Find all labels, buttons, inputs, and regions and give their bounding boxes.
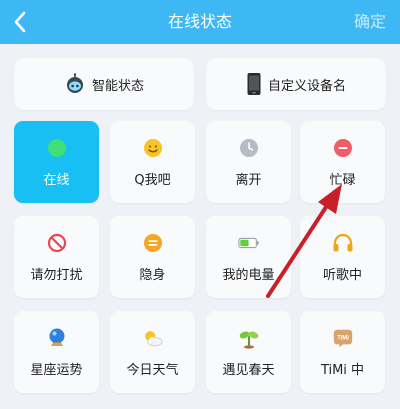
- status-label: 忙碌: [329, 172, 356, 188]
- status-battery-tile[interactable]: 我的电量: [206, 216, 291, 298]
- weather-icon: [142, 327, 164, 349]
- smart-status-label: 智能状态: [91, 78, 144, 94]
- status-label: 今日天气: [126, 362, 179, 378]
- status-music-tile[interactable]: 听歌中: [300, 216, 385, 298]
- page-title: 在线状态: [167, 12, 232, 31]
- custom-device-name-label: 自定义设备名: [267, 78, 346, 94]
- status-label: TiMi 中: [320, 362, 365, 378]
- smile-icon: [142, 137, 164, 159]
- status-label: Q我吧: [134, 172, 171, 188]
- status-label: 遇见春天: [222, 362, 275, 378]
- sprout-icon: [238, 327, 260, 349]
- confirm-button[interactable]: 确定: [354, 0, 386, 44]
- status-label: 在线: [43, 172, 70, 188]
- status-busy-tile[interactable]: 忙碌: [300, 121, 385, 203]
- status-timi-tile[interactable]: TiMi TiMi 中: [300, 311, 385, 393]
- status-label: 我的电量: [222, 267, 275, 283]
- status-label: 离开: [235, 172, 262, 188]
- equals-circle-icon: [142, 232, 164, 254]
- minus-circle-icon: [332, 137, 354, 159]
- status-weather-tile[interactable]: 今日天气: [110, 311, 195, 393]
- status-online-tile[interactable]: 在线: [14, 121, 99, 203]
- status-label: 听歌中: [322, 267, 362, 283]
- timi-icon: TiMi: [332, 327, 354, 349]
- status-label: 隐身: [139, 267, 166, 283]
- clock-icon: [238, 137, 260, 159]
- green-dot-icon: [46, 137, 68, 159]
- phone-icon: [247, 73, 261, 95]
- status-label: 星座运势: [30, 362, 83, 378]
- no-entry-icon: [46, 232, 68, 254]
- crystal-ball-icon: [46, 327, 68, 349]
- status-invisible-tile[interactable]: 隐身: [110, 216, 195, 298]
- status-panel: 智能状态 自定义设备名 在线 Q我吧 离开 忙碌 请勿打扰 隐身 我的电量 听歌…: [0, 44, 400, 409]
- status-label: 请勿打扰: [30, 267, 83, 283]
- robot-icon: [66, 73, 83, 93]
- timi-badge-text: TiMi: [337, 335, 349, 341]
- status-dnd-tile[interactable]: 请勿打扰: [14, 216, 99, 298]
- custom-device-name-button[interactable]: 自定义设备名: [206, 58, 386, 110]
- status-away-tile[interactable]: 离开: [206, 121, 291, 203]
- status-spring-tile[interactable]: 遇见春天: [206, 311, 291, 393]
- battery-icon: [237, 232, 260, 254]
- status-q-me-tile[interactable]: Q我吧: [110, 121, 195, 203]
- top-bar: 在线状态 确定: [0, 0, 400, 44]
- headphones-icon: [332, 232, 354, 254]
- smart-status-button[interactable]: 智能状态: [14, 58, 194, 110]
- status-horoscope-tile[interactable]: 星座运势: [14, 311, 99, 393]
